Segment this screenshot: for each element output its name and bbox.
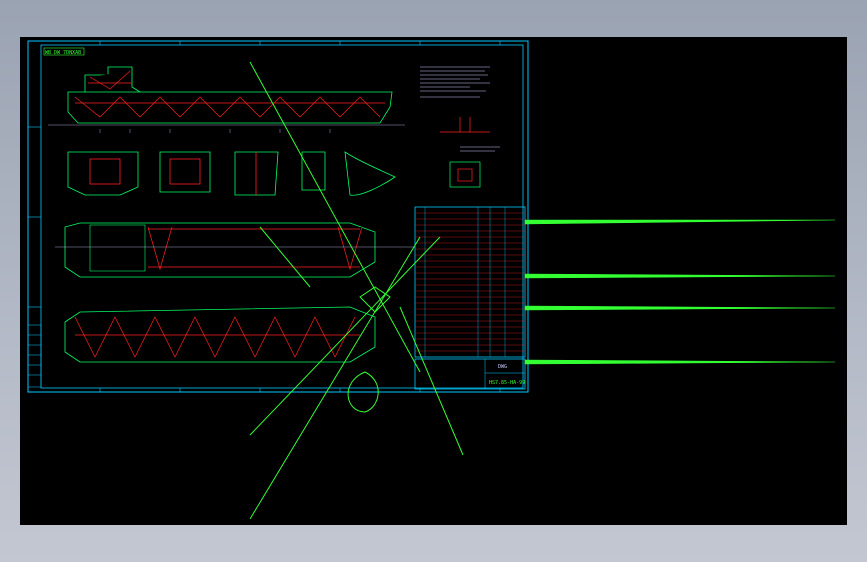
profile-view	[48, 66, 405, 133]
sheet-inner-border	[40, 44, 524, 389]
parts-list-table	[414, 206, 526, 358]
detail-sketches	[440, 117, 490, 188]
revision-table	[27, 324, 42, 388]
deck-plan-upper	[55, 222, 415, 278]
title-block-number: HS7.85-HA-99	[489, 380, 525, 386]
title-tag: WB DW 7DNXAB	[45, 50, 81, 56]
notes-block	[420, 66, 500, 152]
construction-lines	[249, 61, 836, 520]
title-block: DWG HS7.85-HA-99	[414, 358, 526, 390]
cad-drawing-canvas[interactable]: WB DW 7DNXAB DWG HS7.85-HA-99	[20, 37, 847, 525]
cad-viewport[interactable]: WB DW 7DNXAB DWG HS7.85-HA-99	[20, 37, 847, 525]
section-views	[67, 151, 396, 196]
title-block-name: DWG	[498, 364, 507, 370]
